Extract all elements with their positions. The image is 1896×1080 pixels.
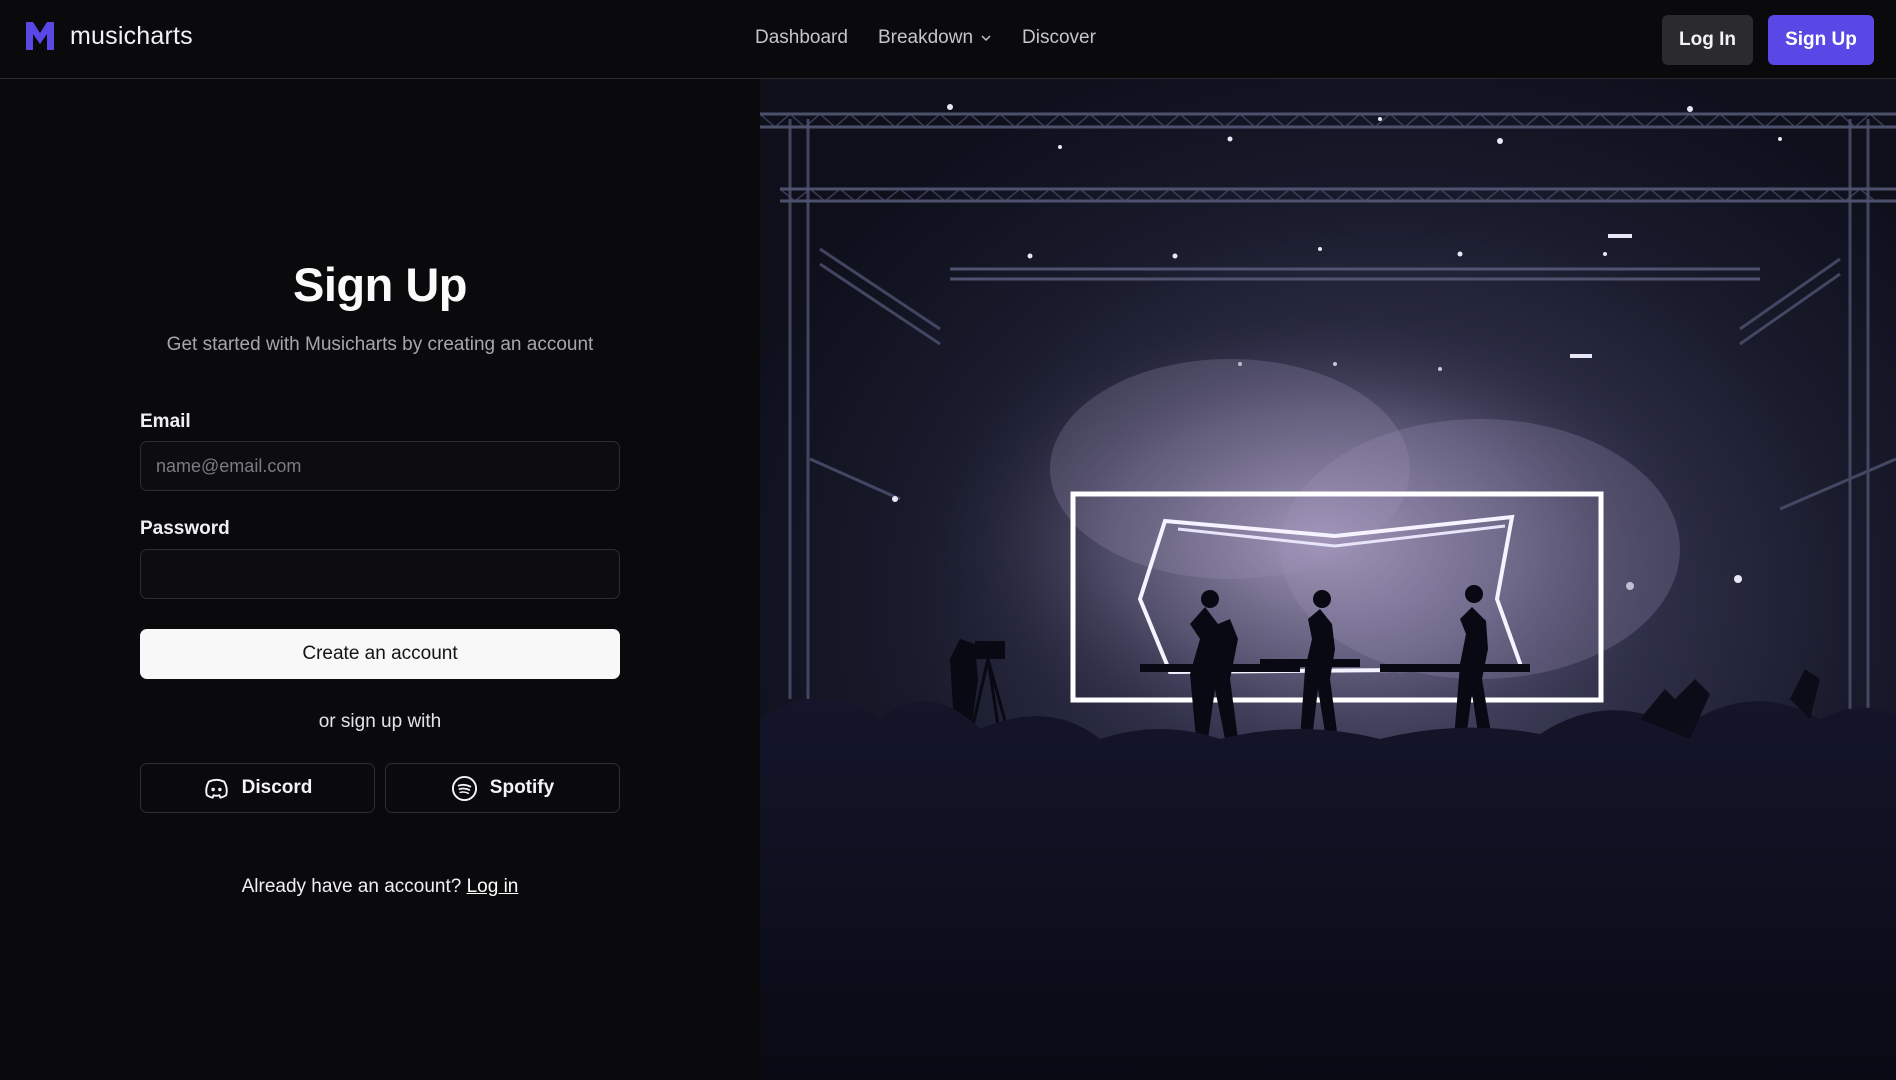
- nav-link-breakdown[interactable]: Breakdown: [878, 27, 992, 49]
- spotify-label: Spotify: [489, 777, 555, 798]
- chevron-down-icon: [981, 35, 991, 42]
- nav-link-dashboard[interactable]: Dashboard: [755, 27, 848, 49]
- brand-logo[interactable]: musicharts: [24, 20, 193, 52]
- email-label: Email: [140, 411, 191, 432]
- spotify-icon: [451, 775, 477, 801]
- signup-button[interactable]: Sign Up: [1768, 15, 1874, 65]
- discord-label: Discord: [241, 777, 313, 798]
- page-title: Sign Up: [292, 258, 468, 311]
- create-account-button[interactable]: Create an account: [140, 629, 620, 679]
- page-subtitle: Get started with Musicharts by creating …: [166, 334, 594, 355]
- m-logo-icon: [26, 22, 54, 50]
- login-link[interactable]: Log in: [467, 876, 519, 897]
- concert-stage-image: [760, 79, 1896, 1080]
- brand-name: musicharts: [70, 21, 193, 50]
- login-prompt: Already have an account? Log in: [0, 876, 760, 898]
- nav-links: Dashboard Breakdown Discover: [755, 27, 1126, 49]
- password-field[interactable]: [140, 549, 620, 599]
- spotify-button[interactable]: Spotify: [385, 763, 620, 813]
- or-divider-text: or sign up with: [318, 711, 442, 732]
- nav-link-discover[interactable]: Discover: [1022, 27, 1096, 49]
- email-field[interactable]: [140, 441, 620, 491]
- discord-button[interactable]: Discord: [140, 763, 375, 813]
- discord-icon: [204, 778, 228, 799]
- login-prompt-text: Already have an account?: [241, 876, 462, 897]
- top-navbar: musicharts Dashboard Breakdown Discover …: [0, 0, 1896, 79]
- password-label: Password: [140, 518, 230, 539]
- nav-link-breakdown-label: Breakdown: [877, 27, 974, 48]
- login-button[interactable]: Log In: [1662, 15, 1753, 65]
- stage-illustration: [760, 104, 1896, 1080]
